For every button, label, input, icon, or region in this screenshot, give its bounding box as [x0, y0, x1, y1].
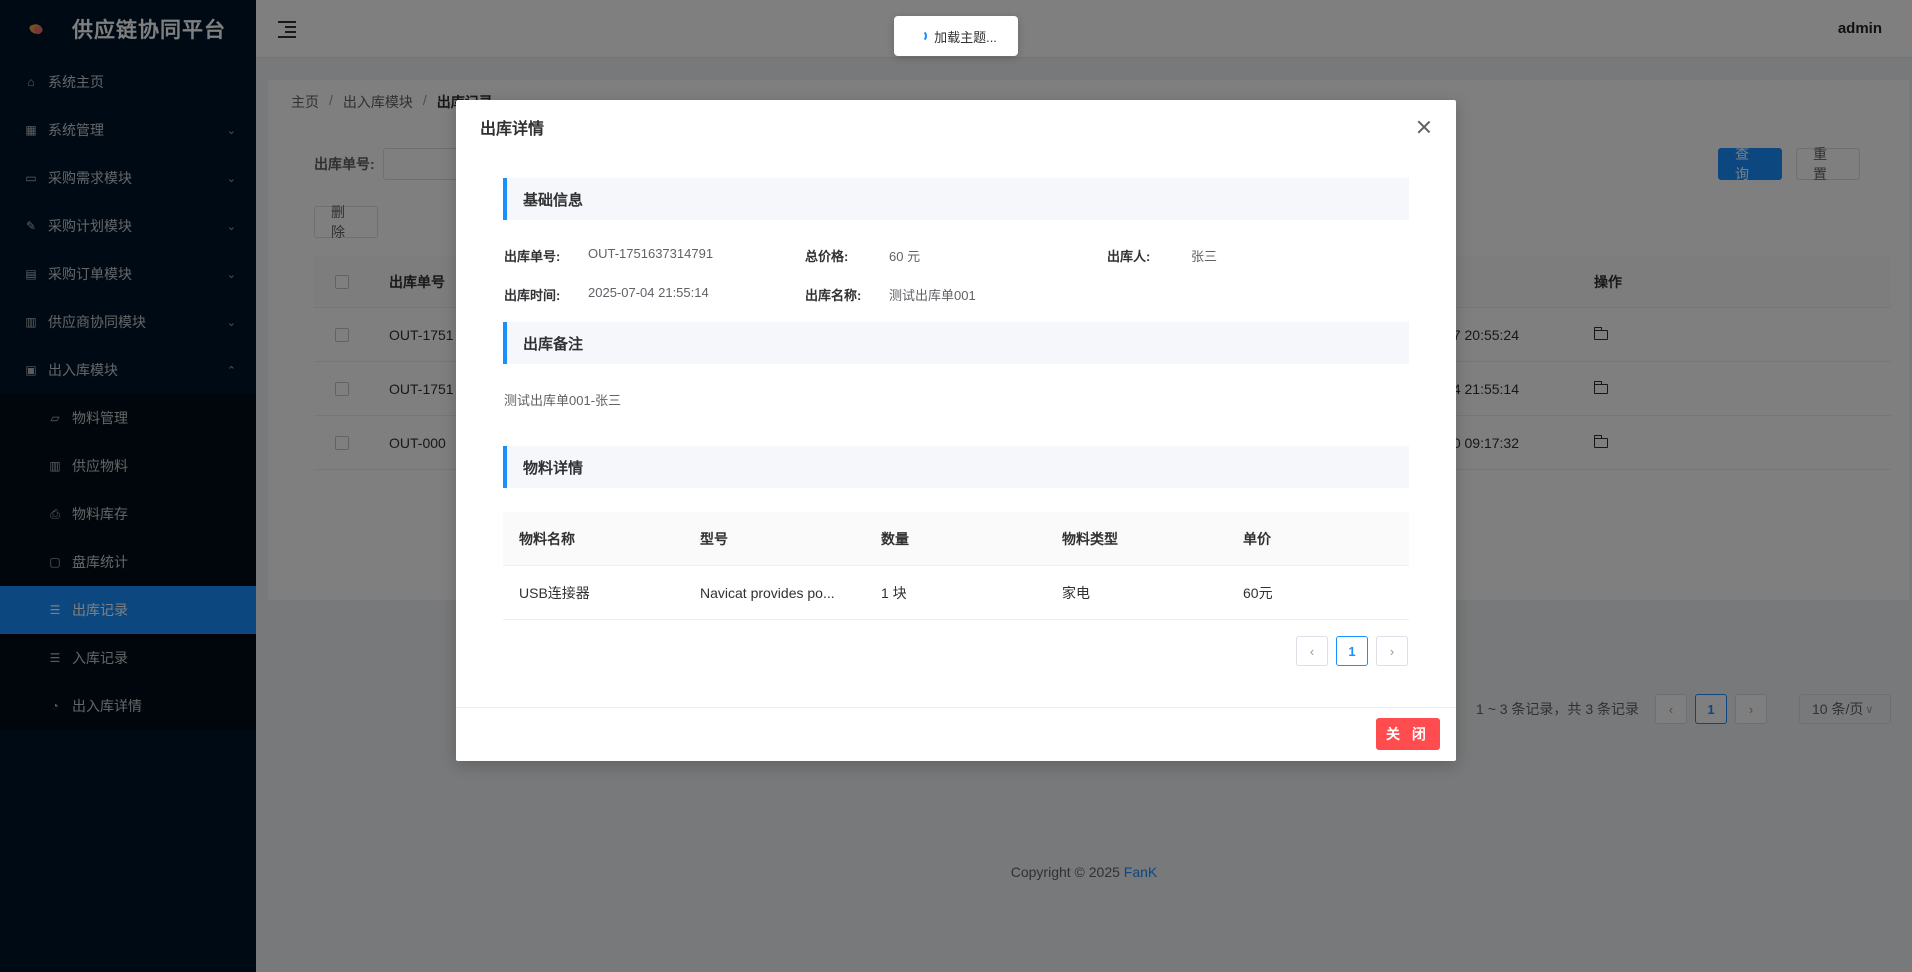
- info-out-time: 出库时间: 2025-07-04 21:55:14: [504, 285, 709, 304]
- material-cell: 60元: [1243, 584, 1273, 601]
- info-total-price: 总价格: 60 元: [805, 246, 920, 265]
- prev-page-button[interactable]: ‹: [1296, 636, 1328, 666]
- material-row: USB连接器 Navicat provides po... 1 块 家电 60元: [503, 566, 1409, 620]
- info-label: 出库单号:: [504, 249, 561, 264]
- material-cell: 家电: [1062, 584, 1090, 601]
- dialog-header: 出库详情: [456, 100, 1456, 154]
- dialog-title: 出库详情: [480, 121, 545, 138]
- material-cell: Navicat provides po...: [700, 584, 835, 601]
- close-icon[interactable]: [1416, 119, 1432, 135]
- loading-spinner-icon: [915, 30, 928, 42]
- dialog-pagination: ‹ 1 ›: [1296, 636, 1408, 666]
- loading-toast: 加载主题...: [894, 16, 1018, 56]
- info-label: 出库名称:: [805, 288, 862, 303]
- material-col-header: 单价: [1243, 530, 1271, 547]
- material-col-header: 数量: [881, 530, 909, 547]
- info-value: OUT-1751637314791: [588, 246, 714, 261]
- section-basic-info: 基础信息: [503, 178, 1409, 220]
- material-table: 物料名称 型号 数量 物料类型 单价 USB连接器 Navicat provides po…: [503, 512, 1409, 620]
- page-1-button[interactable]: 1: [1336, 636, 1368, 666]
- info-out-name: 出库名称: 测试出库单001: [805, 285, 976, 304]
- material-col-header: 物料类型: [1062, 530, 1118, 547]
- info-value: 2025-07-04 21:55:14: [588, 285, 709, 300]
- info-label: 出库时间:: [504, 288, 561, 303]
- material-col-header: 型号: [700, 530, 728, 547]
- material-table-header: 物料名称 型号 数量 物料类型 单价: [503, 512, 1409, 566]
- info-label: 出库人:: [1107, 249, 1151, 264]
- material-col-header: 物料名称: [519, 530, 575, 547]
- remark-text: 测试出库单001-张三: [504, 393, 622, 408]
- close-button[interactable]: 关 闭: [1376, 718, 1440, 750]
- info-person: 出库人: 张三: [1107, 246, 1217, 265]
- loading-text: 加载主题...: [934, 29, 997, 45]
- section-remark: 出库备注: [503, 322, 1409, 364]
- info-value: 张三: [1191, 249, 1218, 264]
- section-material: 物料详情: [503, 446, 1409, 488]
- info-label: 总价格:: [805, 249, 849, 264]
- info-out-no: 出库单号: OUT-1751637314791: [504, 246, 713, 265]
- detail-dialog: 出库详情 基础信息 出库单号: OUT-1751637314791 总价格: 6…: [456, 100, 1456, 761]
- info-value: 60 元: [889, 249, 921, 264]
- dialog-footer: 关 闭: [456, 707, 1456, 761]
- material-cell: USB连接器: [519, 584, 590, 601]
- material-cell: 1 块: [881, 584, 907, 601]
- next-page-button[interactable]: ›: [1376, 636, 1408, 666]
- info-value: 测试出库单001: [889, 288, 976, 303]
